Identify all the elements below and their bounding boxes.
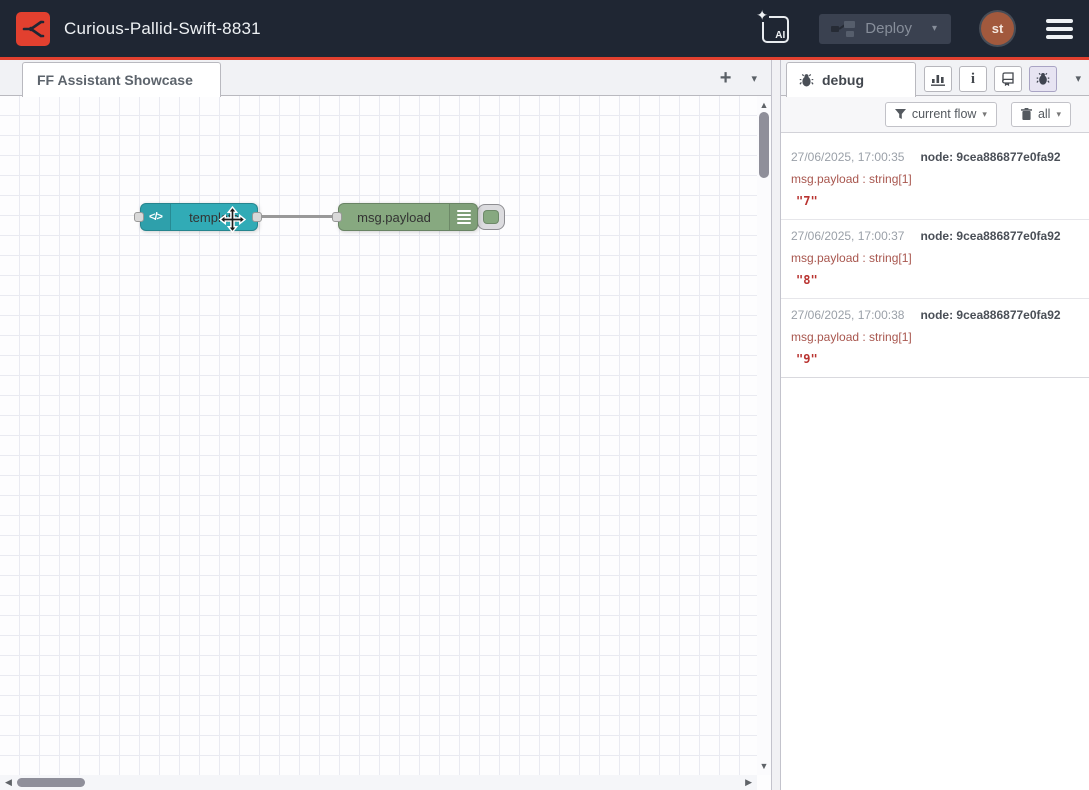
vertical-scroll-thumb[interactable] [759,112,769,178]
bug-icon [1036,72,1050,86]
flowfuse-logo-icon[interactable] [16,12,50,46]
message-timestamp: 27/06/2025, 17:00:37 [791,229,904,243]
message-node-id: node: 9cea886877e0fa92 [920,229,1060,243]
node-red-editor: Curious-Pallid-Swift-8831 AI ✦ Deploy ▾ [0,0,1089,790]
flow-canvas[interactable]: </> template msg.payload [0,96,771,790]
deploy-label: Deploy [865,20,912,37]
deploy-options-caret[interactable]: ▾ [912,23,947,34]
template-output-port[interactable] [252,212,262,222]
message-value[interactable]: "7" [791,194,1079,208]
message-timestamp: 27/06/2025, 17:00:38 [791,308,904,322]
flow-tab-label: FF Assistant Showcase [37,72,193,88]
debug-clear-button[interactable]: all ▾ [1011,102,1071,127]
debug-toolbar: current flow ▾ all ▾ [781,96,1089,133]
canvas-grid [0,96,757,775]
instance-title: Curious-Pallid-Swift-8831 [64,19,261,39]
bar-chart-icon [931,73,945,86]
message-value[interactable]: "9" [791,352,1079,366]
caret-down-icon: ▾ [1056,109,1061,120]
dashboard-panel-button[interactable] [924,66,952,92]
book-icon [1001,72,1015,86]
debug-message[interactable]: 27/06/2025, 17:00:37 node: 9cea886877e0f… [781,219,1089,298]
help-panel-button[interactable] [994,66,1022,92]
deploy-button[interactable]: Deploy ▾ [819,14,951,44]
info-icon: i [971,71,975,88]
message-property[interactable]: msg.payload : string[1] [791,330,1079,344]
message-timestamp: 27/06/2025, 17:00:35 [791,150,904,164]
flow-list-caret[interactable]: ▾ [751,72,757,85]
debug-message-list: 27/06/2025, 17:00:35 node: 9cea886877e0f… [781,141,1089,378]
debug-input-port[interactable] [332,212,342,222]
debug-filter-button[interactable]: current flow ▾ [885,102,997,127]
flow-tabbar: FF Assistant Showcase + ▾ [0,60,771,96]
sidebar-splitter[interactable] [771,60,781,790]
ai-label: AI [775,30,785,41]
message-node-id: node: 9cea886877e0fa92 [920,150,1060,164]
flow-tab[interactable]: FF Assistant Showcase [22,62,221,97]
sidebar-tab-label: debug [822,72,864,88]
scroll-left-arrow[interactable]: ◀ [5,775,12,790]
list-lines-icon [457,210,471,224]
node-template[interactable]: </> template [140,203,258,231]
scroll-up-arrow[interactable]: ▲ [757,100,771,110]
sidebar-tabbar: debug i [781,60,1089,96]
canvas-horizontal-scrollbar[interactable]: ◀ ▶ [0,775,757,790]
sidebar-tab-debug[interactable]: debug [786,62,916,97]
scroll-down-arrow[interactable]: ▼ [757,761,771,771]
debug-panel-button[interactable] [1029,66,1057,92]
template-node-icon: </> [141,204,171,230]
message-property[interactable]: msg.payload : string[1] [791,251,1079,265]
wire-template-to-debug[interactable] [258,215,338,218]
main-area: FF Assistant Showcase + ▾ </> template [0,60,1089,790]
user-avatar[interactable]: st [981,12,1014,45]
sidebar-panel-buttons: i [924,66,1057,92]
debug-node-label: msg.payload [339,204,449,230]
add-flow-button[interactable]: + [720,68,732,88]
sparkle-icon: ✦ [755,8,769,22]
debug-enable-toggle[interactable] [477,204,505,230]
ai-assistant-button[interactable]: AI ✦ [760,14,789,43]
debug-message[interactable]: 27/06/2025, 17:00:35 node: 9cea886877e0f… [781,141,1089,219]
tab-actions: + ▾ [720,60,757,96]
template-input-port[interactable] [134,212,144,222]
sidebar: debug i [781,60,1089,790]
node-debug[interactable]: msg.payload [338,203,478,231]
header-actions: AI ✦ Deploy ▾ st [760,12,1075,45]
trash-icon [1021,108,1032,120]
scroll-right-arrow[interactable]: ▶ [745,775,752,790]
filter-icon [895,109,906,119]
deploy-icon [831,20,855,37]
info-panel-button[interactable]: i [959,66,987,92]
caret-down-icon: ▾ [982,109,987,120]
main-menu-icon[interactable] [1044,15,1075,43]
sidebar-options-caret[interactable]: ▾ [1075,60,1081,96]
message-node-id: node: 9cea886877e0fa92 [920,308,1060,322]
bug-icon [799,73,814,88]
header: Curious-Pallid-Swift-8831 AI ✦ Deploy ▾ [0,0,1089,60]
canvas-vertical-scrollbar[interactable]: ▲ ▼ [757,96,771,775]
template-node-label: template [171,204,257,230]
workspace: FF Assistant Showcase + ▾ </> template [0,60,771,790]
debug-message[interactable]: 27/06/2025, 17:00:38 node: 9cea886877e0f… [781,298,1089,377]
debug-node-icon [449,204,477,230]
message-property[interactable]: msg.payload : string[1] [791,172,1079,186]
horizontal-scroll-thumb[interactable] [17,778,85,787]
message-value[interactable]: "8" [791,273,1079,287]
